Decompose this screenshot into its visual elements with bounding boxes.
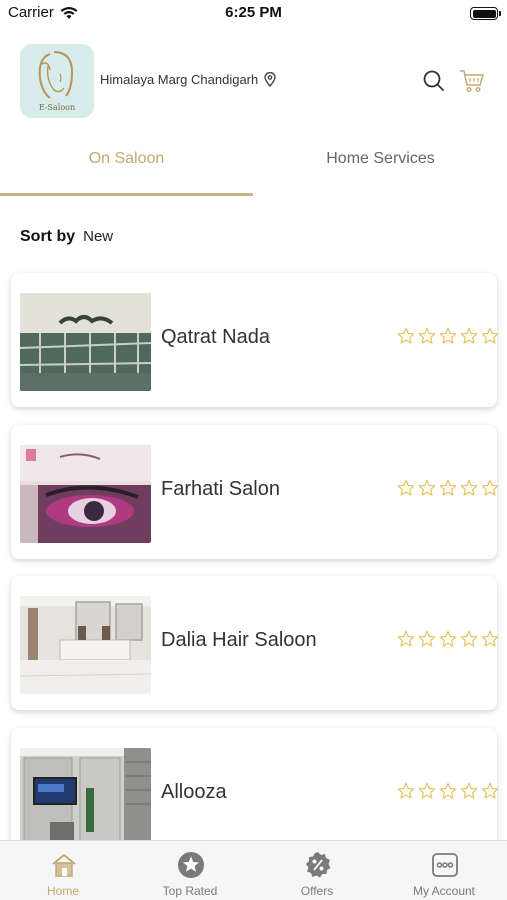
app-logo: E-Saloon <box>20 44 94 118</box>
location-pin-icon <box>264 72 276 87</box>
star-outline-icon <box>481 479 499 496</box>
star-outline-icon <box>460 327 478 344</box>
star-outline-icon <box>397 479 415 496</box>
more-icon <box>432 853 458 877</box>
star-outline-icon <box>418 327 436 344</box>
salon-image <box>20 445 151 543</box>
salon-name: Allooza <box>161 781 227 803</box>
salon-name: Qatrat Nada <box>161 326 270 348</box>
salon-card[interactable]: Farhati Salon <box>11 425 499 559</box>
cart-icon <box>460 70 484 93</box>
salon-list: Qatrat Nada Farhati Salon Dalia Hair Sal… <box>0 270 507 840</box>
star-outline-icon <box>439 479 457 496</box>
salon-rating <box>397 327 499 345</box>
bottom-tab-bar: Home Top Rated Offers My Account <box>0 840 507 900</box>
status-bar: Carrier 6:25 PM <box>0 0 507 30</box>
clock: 6:25 PM <box>225 4 282 21</box>
location-label: Himalaya Marg Chandigarh <box>100 72 259 87</box>
star-outline-icon <box>439 327 457 344</box>
tab-top-rated-label: Top Rated <box>162 884 218 898</box>
star-outline-icon <box>481 630 499 647</box>
percent-icon <box>306 852 331 878</box>
search-button[interactable] <box>421 68 447 94</box>
cart-button[interactable] <box>459 68 485 94</box>
star-outline-icon <box>460 479 478 496</box>
logo-text: E-Saloon <box>38 103 76 112</box>
star-outline-icon <box>418 630 436 647</box>
salon-rating <box>397 479 499 497</box>
sort-label: Sort by <box>20 228 76 245</box>
tab-home[interactable]: Home <box>0 841 126 900</box>
header: E-Saloon Himalaya Marg Chandigarh <box>0 42 507 118</box>
salon-rating <box>397 782 499 800</box>
salon-name: Dalia Hair Saloon <box>161 629 317 651</box>
tab-home-label: Home <box>46 884 79 898</box>
star-outline-icon <box>418 479 436 496</box>
salon-card[interactable]: Qatrat Nada <box>11 273 499 407</box>
tab-home-services[interactable]: Home Services <box>254 138 507 196</box>
sort-value: New <box>83 228 114 245</box>
star-outline-icon <box>481 327 499 344</box>
tab-offers[interactable]: Offers <box>254 841 380 900</box>
salon-image <box>20 293 151 391</box>
sort-control[interactable]: Sort by New <box>20 228 113 246</box>
star-outline-icon <box>439 782 457 799</box>
star-outline-icon <box>460 630 478 647</box>
search-icon <box>423 70 444 91</box>
star-outline-icon <box>481 782 499 799</box>
salon-image <box>20 596 151 694</box>
star-outline-icon <box>418 782 436 799</box>
service-tabs: On Saloon Home Services <box>0 138 507 196</box>
salon-card[interactable]: Dalia Hair Saloon <box>11 576 499 710</box>
star-outline-icon <box>397 630 415 647</box>
tab-my-account[interactable]: My Account <box>381 841 507 900</box>
tab-offers-label: Offers <box>300 884 334 898</box>
salon-name: Farhati Salon <box>161 478 280 500</box>
star-outline-icon <box>397 782 415 799</box>
location-selector[interactable]: Himalaya Marg Chandigarh <box>100 72 276 87</box>
tab-my-account-label: My Account <box>412 884 476 898</box>
salon-rating <box>397 630 499 648</box>
star-outline-icon <box>397 327 415 344</box>
star-outline-icon <box>439 630 457 647</box>
salon-image <box>20 748 151 840</box>
star-icon <box>178 852 204 878</box>
tab-on-saloon[interactable]: On Saloon <box>0 138 253 196</box>
home-icon <box>52 854 76 877</box>
battery-icon <box>470 7 501 20</box>
tab-top-rated[interactable]: Top Rated <box>127 841 253 900</box>
star-outline-icon <box>460 782 478 799</box>
salon-card[interactable]: Allooza <box>11 728 499 840</box>
